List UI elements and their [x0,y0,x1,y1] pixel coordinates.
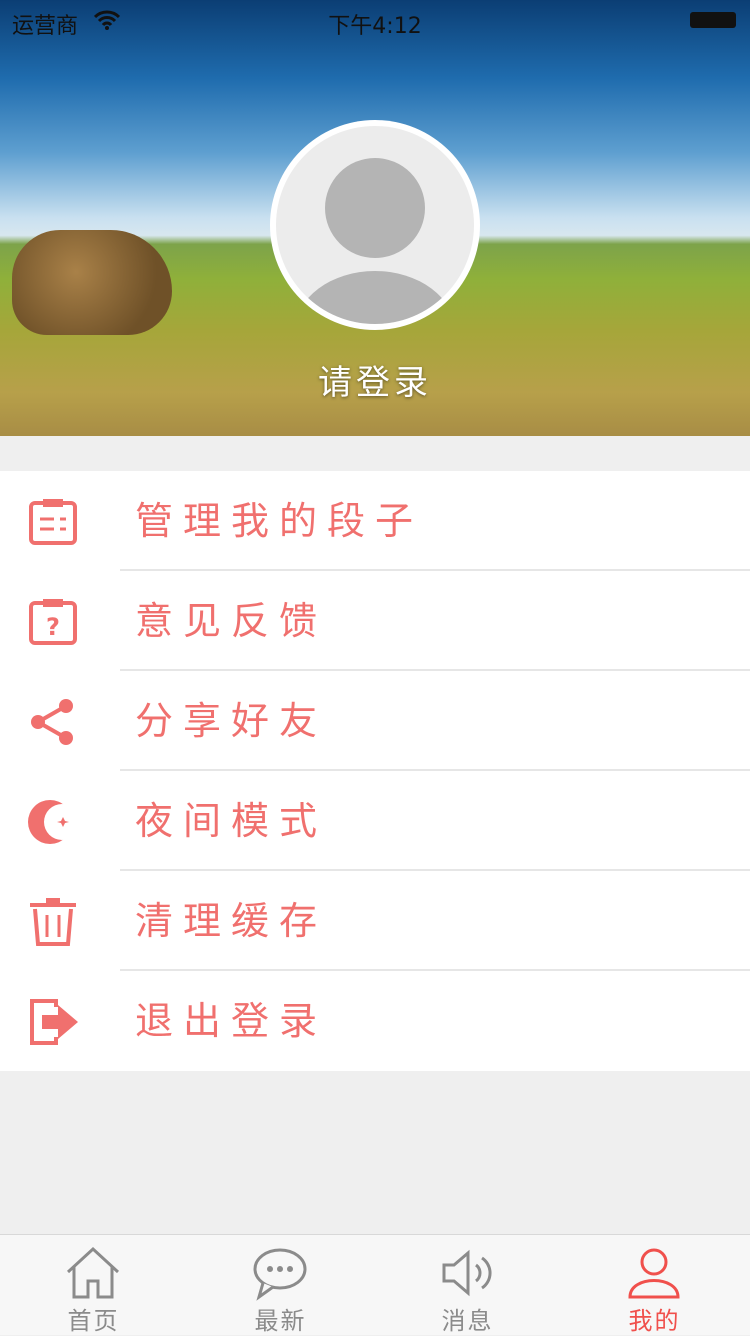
chat-bubble-icon [253,1248,307,1301]
profile-header: 运营商 下午4:12 请登录 [0,0,750,436]
tab-label: 首页 [67,1307,120,1335]
logout-icon [30,999,78,1045]
menu-item-clear-cache[interactable]: 清理缓存 [0,871,750,971]
menu-item-label: 意见反馈 [135,599,328,643]
tab-latest[interactable]: 最新 [187,1235,374,1335]
tab-label: 消息 [441,1307,494,1335]
avatar[interactable] [270,120,480,330]
menu-item-label: 退出登录 [135,999,328,1043]
hay-bale-decoration [12,230,172,335]
clipboard-list-icon [29,499,77,545]
moon-star-icon [28,800,80,844]
user-icon [628,1248,680,1299]
svg-text:?: ? [46,613,60,641]
menu-item-feedback[interactable]: ? 意见反馈 [0,571,750,671]
tab-messages[interactable]: 消息 [374,1235,561,1335]
status-bar: 运营商 下午4:12 [0,0,750,40]
menu-item-manage-posts[interactable]: 管理我的段子 [0,471,750,571]
home-icon [66,1246,120,1299]
menu-item-share[interactable]: 分享好友 [0,671,750,771]
menu-item-label: 管理我的段子 [135,499,424,543]
clipboard-question-icon: ? [29,599,77,645]
menu-item-label: 分享好友 [135,699,328,743]
battery-icon [690,12,736,28]
tab-home[interactable]: 首页 [0,1235,187,1335]
settings-menu: 管理我的段子 ? 意见反馈 分享好友 夜间模式 清理缓存 退出登录 [0,471,750,1071]
tab-label: 最新 [254,1307,307,1335]
menu-item-label: 清理缓存 [135,899,328,943]
clock: 下午4:12 [328,14,422,39]
menu-item-logout[interactable]: 退出登录 [0,971,750,1071]
trash-icon [30,898,76,946]
tab-mine[interactable]: 我的 [561,1235,748,1335]
login-prompt[interactable]: 请登录 [0,355,750,404]
user-placeholder-icon [295,158,455,324]
share-icon [31,699,73,745]
speaker-icon [442,1249,492,1297]
menu-item-label: 夜间模式 [135,799,328,843]
tab-bar: 首页 最新 消息 我的 [0,1234,750,1335]
menu-item-night-mode[interactable]: 夜间模式 [0,771,750,871]
tab-label: 我的 [628,1307,681,1335]
